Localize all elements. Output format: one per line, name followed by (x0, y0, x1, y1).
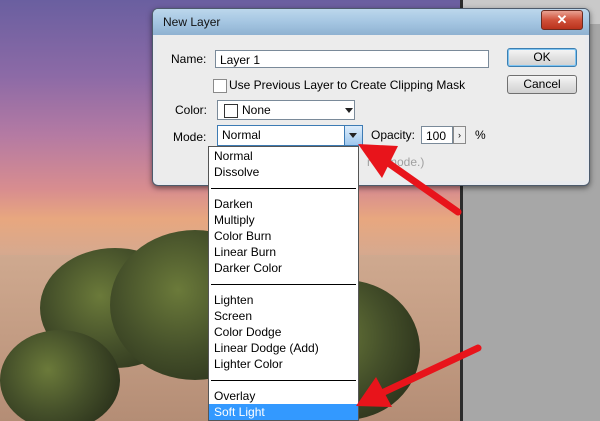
opacity-field[interactable]: 100 (421, 126, 453, 144)
blend-mode-option[interactable]: Color Burn (209, 228, 358, 244)
color-select[interactable]: None (217, 100, 355, 120)
blend-mode-option[interactable]: Soft Light (209, 404, 358, 420)
close-icon: ✕ (556, 12, 568, 27)
mode-select[interactable]: Normal (217, 125, 363, 146)
blend-mode-option[interactable]: Lighten (209, 292, 358, 308)
blend-mode-option[interactable]: Darken (209, 196, 358, 212)
color-swatch (224, 104, 238, 118)
close-button[interactable]: ✕ (541, 10, 583, 30)
color-value: None (242, 103, 271, 117)
chevron-down-icon (345, 108, 353, 113)
shrub (0, 330, 120, 421)
blend-mode-option[interactable]: Linear Burn (209, 244, 358, 260)
dialog-titlebar[interactable]: New Layer ✕ (153, 9, 589, 35)
dropdown-separator (211, 284, 356, 285)
clipping-mask-checkbox[interactable] (213, 79, 227, 93)
chevron-down-icon (349, 133, 357, 138)
blend-mode-option[interactable]: Overlay (209, 388, 358, 404)
name-label: Name: (171, 52, 207, 66)
ok-button[interactable]: OK (507, 48, 577, 67)
blend-mode-option[interactable]: Lighter Color (209, 356, 358, 372)
blend-mode-option[interactable]: Darker Color (209, 260, 358, 276)
mode-label: Mode: (173, 130, 207, 144)
opacity-spinner[interactable]: › (453, 126, 466, 144)
dropdown-separator (211, 188, 356, 189)
cancel-button[interactable]: Cancel (507, 75, 577, 94)
chevron-right-icon: › (458, 130, 461, 140)
blend-mode-option[interactable]: Linear Dodge (Add) (209, 340, 358, 356)
blend-mode-option[interactable]: Normal (209, 148, 358, 164)
blend-mode-option[interactable]: Screen (209, 308, 358, 324)
blend-mode-option[interactable]: Dissolve (209, 164, 358, 180)
mode-value: Normal (222, 128, 261, 142)
dialog-title: New Layer (163, 15, 221, 29)
blend-mode-option[interactable]: Multiply (209, 212, 358, 228)
blend-mode-dropdown-list: Normal Dissolve Darken Multiply Color Burn Li… (208, 146, 359, 421)
dropdown-separator (211, 380, 356, 381)
color-label: Color: (175, 103, 208, 117)
mode-dropdown-button[interactable] (344, 126, 362, 145)
clipping-mask-label: Use Previous Layer to Create Clipping Ma… (229, 78, 466, 92)
name-field[interactable]: Layer 1 (215, 50, 489, 68)
opacity-label: Opacity: (371, 128, 416, 142)
opacity-unit: % (475, 128, 486, 142)
mode-hint-text: r al mode.) (367, 155, 425, 169)
blend-mode-option[interactable]: Color Dodge (209, 324, 358, 340)
